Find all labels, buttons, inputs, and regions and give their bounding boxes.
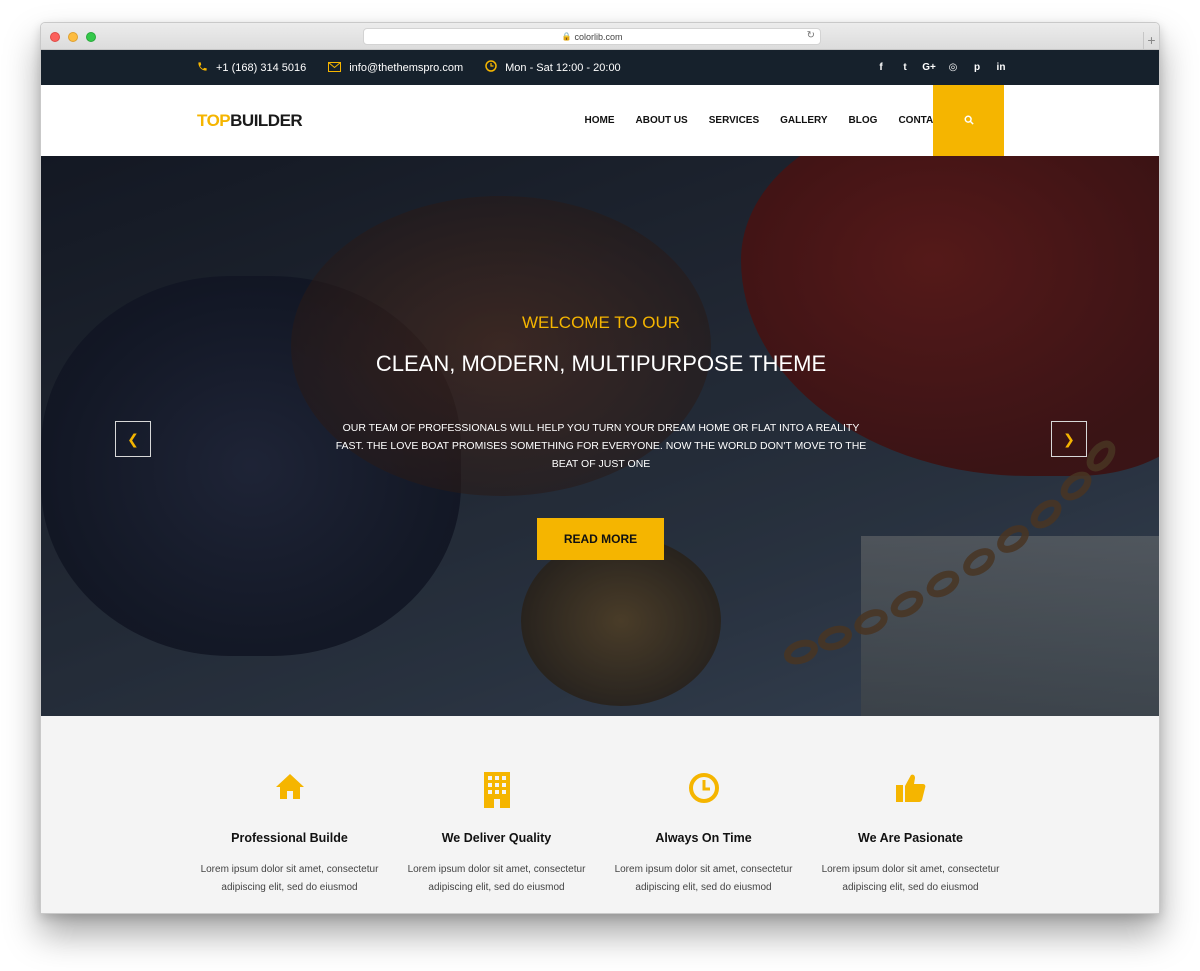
address-bar[interactable]: 🔒 colorlib.com ↻ [363, 28, 821, 45]
reload-icon[interactable]: ↻ [807, 30, 815, 41]
social-links: f t G+ ◎ p in [869, 50, 1013, 85]
site-logo[interactable]: TOPBUILDER [197, 111, 303, 131]
feature-text: Lorem ipsum dolor sit amet, consectetur … [200, 864, 379, 893]
maximize-window-button[interactable] [86, 32, 96, 42]
feature-text: Lorem ipsum dolor sit amet, consectetur … [821, 864, 1000, 893]
home-icon [186, 772, 393, 808]
feature-text: Lorem ipsum dolor sit amet, consectetur … [407, 864, 586, 893]
search-icon [964, 112, 974, 130]
site-header: TOPBUILDER HOME ABOUT US SERVICES GALLER… [41, 85, 1159, 156]
minimize-window-button[interactable] [68, 32, 78, 42]
hero-welcome: WELCOME TO OUR [521, 313, 681, 332]
logo-builder-text: BUILDER [230, 111, 303, 130]
feature-title: Professional Builde [231, 831, 348, 845]
hero-description: OUR TEAM OF PROFESSIONALS WILL HELP YOU … [335, 422, 867, 470]
close-window-button[interactable] [50, 32, 60, 42]
instagram-icon[interactable]: ◎ [941, 62, 965, 73]
feature-title: We Are Pasionate [858, 831, 963, 845]
clock-icon [600, 772, 807, 808]
window-controls [50, 32, 96, 42]
twitter-icon[interactable]: t [893, 62, 917, 73]
feature-title: Always On Time [655, 831, 752, 845]
phone-text[interactable]: +1 (168) 314 5016 [216, 62, 306, 74]
lock-icon: 🔒 [561, 32, 572, 41]
feature-title: We Deliver Quality [441, 831, 552, 845]
chevron-left-icon: ❮ [127, 430, 139, 447]
read-more-button[interactable]: READ MORE [537, 518, 664, 560]
feature-text: Lorem ipsum dolor sit amet, consectetur … [614, 864, 793, 893]
nav-blog[interactable]: BLOG [849, 115, 878, 126]
features-section: Professional Builde Lorem ipsum dolor si… [41, 716, 1159, 913]
top-info-bar: +1 (168) 314 5016 info@thethemspro.com M… [41, 50, 1159, 85]
clock-icon [485, 60, 497, 75]
browser-toolbar: 🔒 colorlib.com ↻ + [41, 23, 1159, 50]
nav-about-us[interactable]: ABOUT US [636, 115, 688, 126]
pinterest-icon[interactable]: p [965, 62, 989, 73]
search-button[interactable] [933, 85, 1004, 156]
new-tab-button[interactable]: + [1143, 32, 1159, 50]
email-link[interactable]: info@thethemspro.com [349, 62, 463, 74]
google-plus-icon[interactable]: G+ [917, 62, 941, 73]
envelope-icon [328, 61, 342, 75]
slider-prev-button[interactable]: ❮ [115, 421, 151, 457]
hero-title: CLEAN, MODERN, MULTIPURPOSE THEME [375, 351, 827, 376]
url-text: colorlib.com [574, 31, 623, 42]
nav-services[interactable]: SERVICES [709, 115, 759, 126]
browser-window: 🔒 colorlib.com ↻ + +1 (168) 314 5016 inf… [40, 22, 1160, 914]
chevron-right-icon: ❯ [1063, 430, 1075, 447]
phone-icon [197, 61, 208, 75]
nav-home[interactable]: HOME [585, 115, 615, 126]
linkedin-icon[interactable]: in [989, 62, 1013, 73]
facebook-icon[interactable]: f [869, 62, 893, 73]
thumbs-up-icon [807, 772, 1014, 808]
slider-next-button[interactable]: ❯ [1051, 421, 1087, 457]
logo-top-text: TOP [197, 111, 231, 130]
building-icon [393, 772, 600, 808]
main-nav: HOME ABOUT US SERVICES GALLERY BLOG CONT… [574, 85, 957, 156]
nav-gallery[interactable]: GALLERY [780, 115, 827, 126]
hero-slider: WELCOME TO OUR CLEAN, MODERN, MULTIPURPO… [41, 156, 1159, 716]
hours-text: Mon - Sat 12:00 - 20:00 [505, 61, 621, 74]
